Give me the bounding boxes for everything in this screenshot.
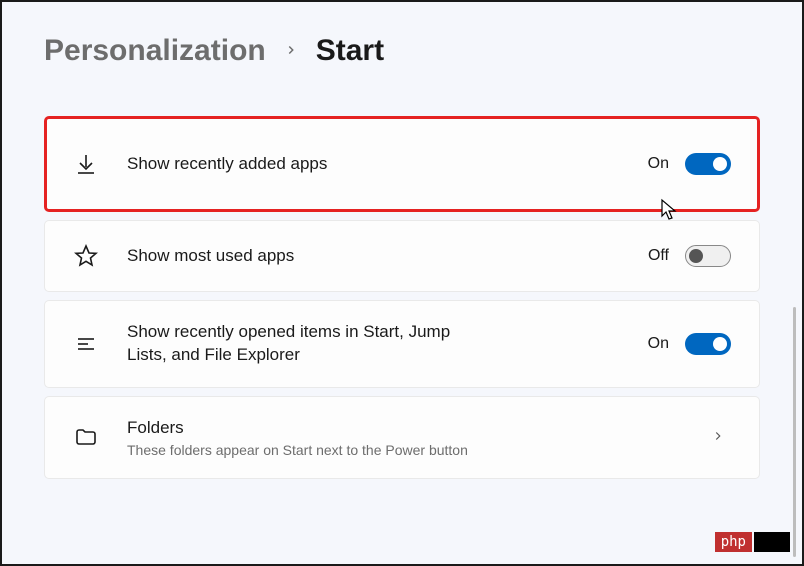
setting-label: Folders These folders appear on Start ne… (127, 417, 711, 458)
chevron-right-icon (711, 427, 725, 448)
watermark-text: php (715, 532, 752, 552)
toggle-switch[interactable] (685, 153, 731, 175)
setting-control: On (648, 333, 731, 355)
toggle-state-label: Off (648, 247, 669, 265)
toggle-switch[interactable] (685, 333, 731, 355)
chevron-right-icon (284, 41, 298, 62)
folder-icon (73, 424, 99, 450)
setting-control (711, 427, 731, 448)
breadcrumb-parent[interactable]: Personalization (44, 34, 266, 68)
download-icon (73, 151, 99, 177)
setting-control: On (648, 153, 731, 175)
setting-recent-items[interactable]: Show recently opened items in Start, Jum… (44, 300, 760, 388)
setting-subtitle: These folders appear on Start next to th… (127, 442, 711, 458)
setting-label: Show most used apps (127, 245, 648, 268)
list-icon (73, 331, 99, 357)
setting-title: Show most used apps (127, 245, 648, 268)
setting-control: Off (648, 245, 731, 267)
watermark: php (715, 532, 790, 552)
setting-folders[interactable]: Folders These folders appear on Start ne… (44, 396, 760, 479)
settings-list: Show recently added apps On Show most us… (44, 116, 760, 479)
setting-label: Show recently added apps (127, 153, 648, 176)
setting-title: Folders (127, 417, 711, 440)
setting-label: Show recently opened items in Start, Jum… (127, 321, 648, 367)
toggle-state-label: On (648, 155, 669, 173)
setting-most-used-apps[interactable]: Show most used apps Off (44, 220, 760, 292)
toggle-switch[interactable] (685, 245, 731, 267)
breadcrumb: Personalization Start (44, 34, 760, 68)
setting-title: Show recently added apps (127, 153, 648, 176)
toggle-state-label: On (648, 335, 669, 353)
scrollbar[interactable] (793, 307, 796, 557)
setting-recently-added-apps[interactable]: Show recently added apps On (44, 116, 760, 212)
star-icon (73, 243, 99, 269)
breadcrumb-current: Start (316, 34, 384, 68)
watermark-block (754, 532, 790, 552)
setting-title: Show recently opened items in Start, Jum… (127, 321, 467, 367)
